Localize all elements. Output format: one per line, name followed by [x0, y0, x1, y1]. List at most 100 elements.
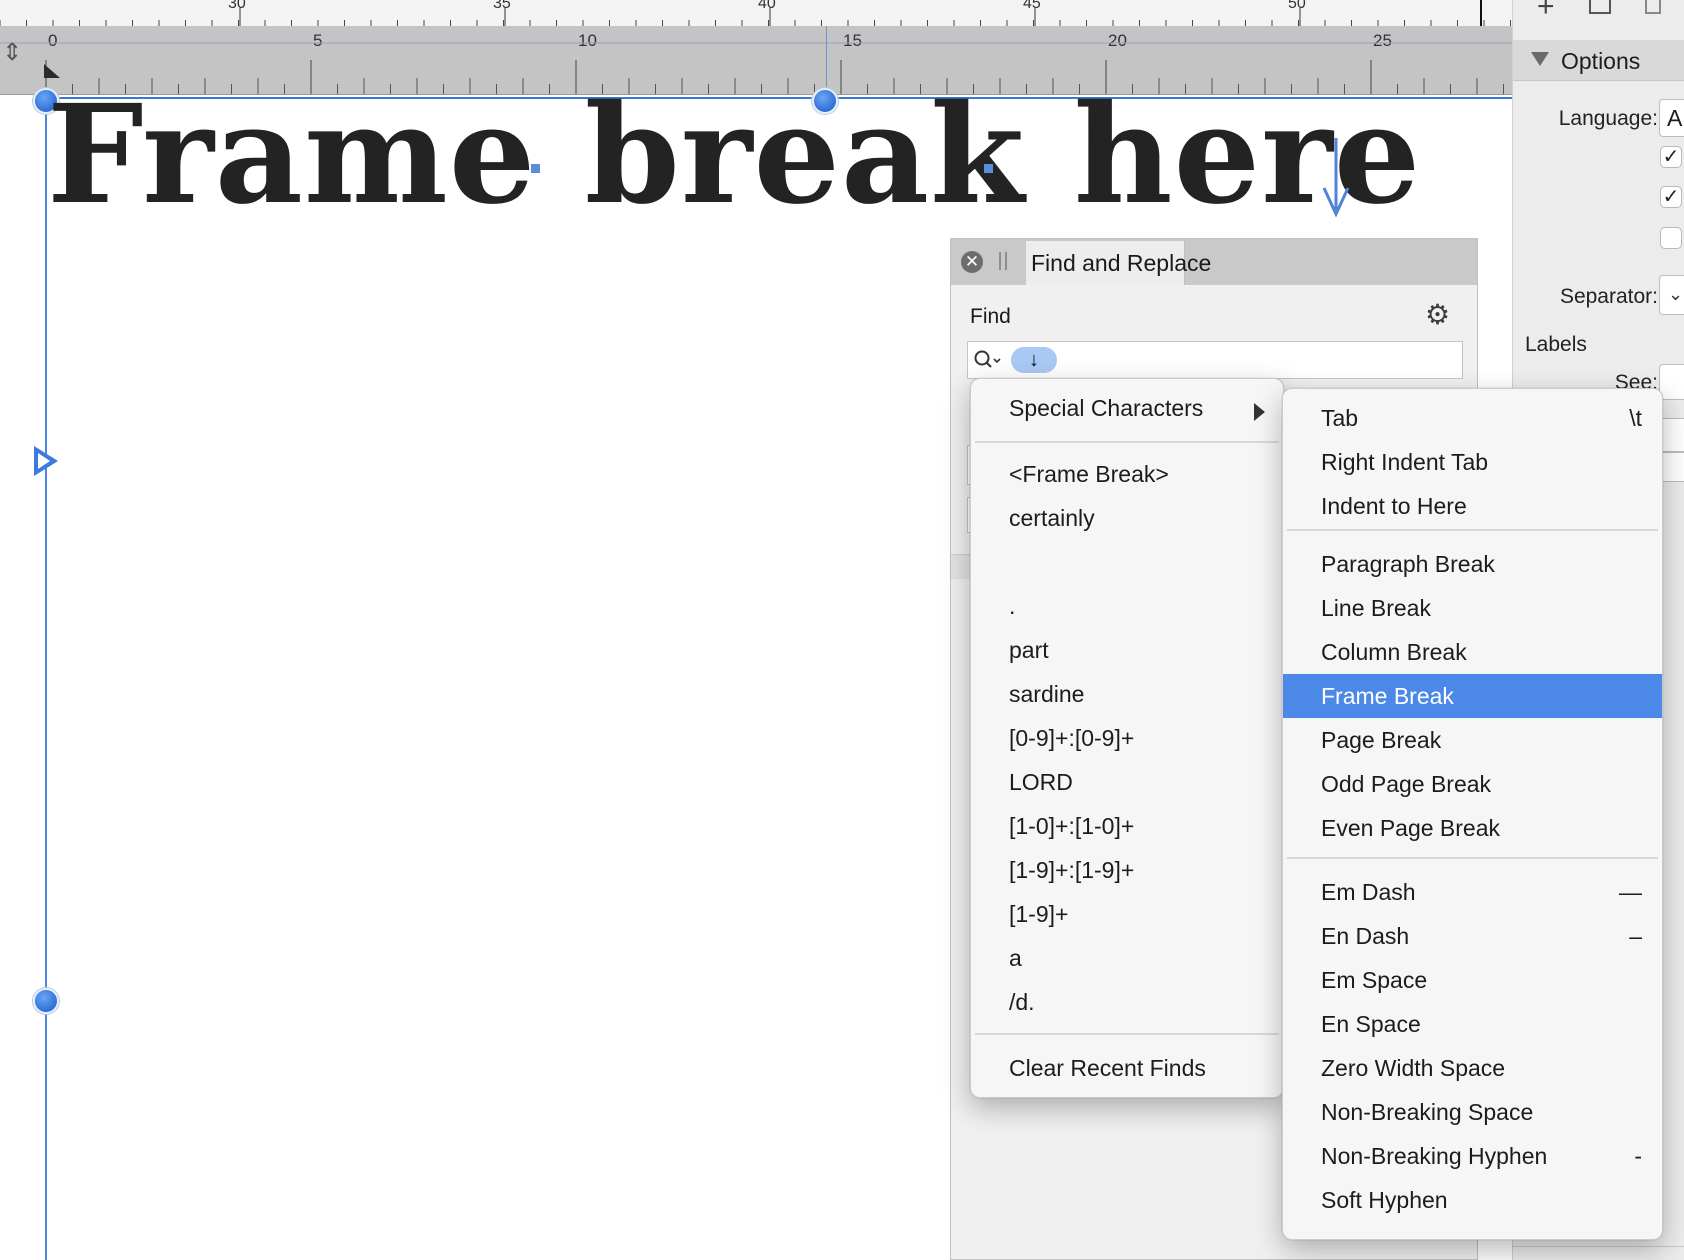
menu-separator — [975, 1033, 1279, 1035]
menu-item-recent-find[interactable]: [1-9]+:[1-9]+ — [971, 848, 1283, 892]
menu-item-recent-find[interactable]: certainly — [971, 496, 1283, 540]
menu-item-label: Even Page Break — [1321, 815, 1501, 841]
menu-item-recent-find[interactable]: a — [971, 936, 1283, 980]
ruler-label: 20 — [1108, 31, 1127, 50]
menu-item-recent-find[interactable]: [1-0]+:[1-0]+ — [971, 804, 1283, 848]
menu-item-label: <Frame Break> — [1009, 461, 1169, 487]
menu-item-label: Odd Page Break — [1321, 771, 1492, 797]
menu-item-label: part — [1009, 637, 1049, 663]
trash-icon[interactable] — [1645, 0, 1661, 14]
menu-item-recent-find[interactable]: /d. — [971, 980, 1283, 1024]
menu-item-zero-width-space[interactable]: Zero Width Space — [1283, 1046, 1662, 1090]
menu-item-label: certainly — [1009, 505, 1095, 531]
menu-item-label: Line Break — [1321, 595, 1431, 621]
menu-item-soft-hyphen[interactable]: Soft Hyphen — [1283, 1178, 1662, 1222]
find-input[interactable]: ↓ — [967, 341, 1463, 379]
tab-find-and-replace[interactable]: Find and Replace — [1026, 241, 1211, 285]
option-checkbox-1[interactable]: ✓ — [1660, 146, 1682, 168]
menu-item-label: Tab — [1321, 405, 1359, 431]
text-frame-left-edge — [45, 94, 47, 1260]
see-field[interactable] — [1659, 364, 1684, 400]
menu-separator — [1287, 857, 1658, 859]
add-icon[interactable]: + — [1537, 0, 1555, 24]
recent-finds-menu: Special Characters <Frame Break> certainl… — [970, 378, 1284, 1098]
menu-item-odd-page-break[interactable]: Odd Page Break — [1283, 762, 1662, 806]
search-icon[interactable] — [973, 349, 1003, 377]
space-marker — [531, 164, 540, 173]
menu-item-recent-find[interactable]: LORD — [971, 760, 1283, 804]
menu-item-non-breaking-space[interactable]: Non-Breaking Space — [1283, 1090, 1662, 1134]
menu-item-label: Indent to Here — [1321, 493, 1467, 519]
language-label: Language: — [1558, 107, 1658, 130]
menu-item-label: Page Break — [1321, 727, 1442, 753]
menu-item-frame-break[interactable]: Frame Break — [1283, 674, 1662, 718]
gear-icon[interactable]: ⚙ — [1425, 301, 1450, 329]
space-marker — [984, 164, 993, 173]
menu-item-right-indent-tab[interactable]: Right Indent Tab — [1283, 440, 1662, 484]
submenu-arrow-icon — [1254, 403, 1265, 421]
options-title: Options — [1561, 48, 1641, 74]
options-bottom-divider — [1513, 1246, 1684, 1247]
text-flow-triangle-icon[interactable] — [34, 446, 58, 476]
menu-item-tab[interactable]: Tab \t — [1283, 396, 1662, 440]
menu-item-en-dash[interactable]: En Dash – — [1283, 914, 1662, 958]
options-toolbar: + — [1513, 0, 1684, 40]
menu-item-label: [0-9]+:[0-9]+ — [1009, 725, 1135, 751]
option-checkbox-2[interactable]: ✓ — [1660, 186, 1682, 208]
menu-item-label: Em Space — [1321, 967, 1428, 993]
frame-handle-left-middle[interactable] — [33, 988, 59, 1014]
menu-item-recent-find[interactable] — [971, 540, 1283, 584]
ruler-label: 45 — [1023, 0, 1041, 12]
document-heading[interactable]: Frame break here — [47, 80, 1421, 230]
close-icon[interactable]: ✕ — [961, 251, 983, 273]
menu-item-page-break[interactable]: Page Break — [1283, 718, 1662, 762]
menu-item-recent-find[interactable]: part — [971, 628, 1283, 672]
menu-item-non-breaking-hyphen[interactable]: Non-Breaking Hyphen - — [1283, 1134, 1662, 1178]
bookmark-icon[interactable] — [1589, 0, 1611, 14]
menu-item-label: Non-Breaking Space — [1321, 1099, 1534, 1125]
menu-item-recent-find[interactable]: [0-9]+:[0-9]+ — [971, 716, 1283, 760]
menu-item-clear-recent-finds[interactable]: Clear Recent Finds — [971, 1046, 1283, 1090]
menu-item-shortcut: — — [1619, 879, 1642, 905]
menu-item-label: Right Indent Tab — [1321, 449, 1489, 475]
menu-item-em-dash[interactable]: Em Dash — — [1283, 870, 1662, 914]
drag-grip-icon[interactable] — [999, 252, 1007, 270]
menu-item-indent-to-here[interactable]: Indent to Here — [1283, 484, 1662, 528]
menu-item-even-page-break[interactable]: Even Page Break — [1283, 806, 1662, 850]
ruler-label: 5 — [313, 31, 322, 50]
menu-item-en-space[interactable]: En Space — [1283, 1002, 1662, 1046]
language-select[interactable]: A — [1659, 99, 1684, 137]
menu-item-special-characters[interactable]: Special Characters — [971, 386, 1283, 430]
menu-item-recent-find[interactable]: . — [971, 584, 1283, 628]
menu-item-shortcut: \t — [1629, 405, 1642, 431]
disclosure-triangle-icon[interactable] — [1531, 52, 1549, 66]
labels-heading: Labels — [1525, 333, 1587, 356]
menu-separator — [1287, 529, 1658, 531]
menu-item-label: LORD — [1009, 769, 1073, 795]
menu-item-label: En Dash — [1321, 923, 1410, 949]
options-section-header[interactable]: Options — [1513, 40, 1684, 81]
menu-item-label: En Space — [1321, 1011, 1421, 1037]
special-characters-submenu: Tab \t Right Indent Tab Indent to Here Parag… — [1282, 388, 1663, 1240]
ruler-label: 0 — [48, 31, 57, 50]
menu-item-label: /d. — [1009, 989, 1035, 1015]
menu-item-paragraph-break[interactable]: Paragraph Break — [1283, 542, 1662, 586]
menu-item-label: Non-Breaking Hyphen — [1321, 1143, 1548, 1169]
separator-select[interactable]: ⌄ — [1659, 275, 1684, 315]
menu-item-recent-find[interactable]: <Frame Break> — [971, 452, 1283, 496]
option-checkbox-3[interactable] — [1660, 227, 1682, 249]
ruler-label: 25 — [1373, 31, 1392, 50]
ruler-resize-icon[interactable]: ⇕ — [2, 38, 22, 67]
menu-item-line-break[interactable]: Line Break — [1283, 586, 1662, 630]
frame-break-token[interactable]: ↓ — [1011, 347, 1057, 373]
menu-item-label: [1-0]+:[1-0]+ — [1009, 813, 1135, 839]
menu-item-recent-find[interactable]: [1-9]+ — [971, 892, 1283, 936]
menu-item-shortcut: - — [1634, 1143, 1642, 1169]
menu-item-label: Zero Width Space — [1321, 1055, 1506, 1081]
menu-item-column-break[interactable]: Column Break — [1283, 630, 1662, 674]
menu-item-em-space[interactable]: Em Space — [1283, 958, 1662, 1002]
menu-item-label: Soft Hyphen — [1321, 1187, 1448, 1213]
menu-item-recent-find[interactable]: sardine — [971, 672, 1283, 716]
menu-item-label: Column Break — [1321, 639, 1467, 665]
separator-label: Separator: — [1559, 285, 1658, 308]
